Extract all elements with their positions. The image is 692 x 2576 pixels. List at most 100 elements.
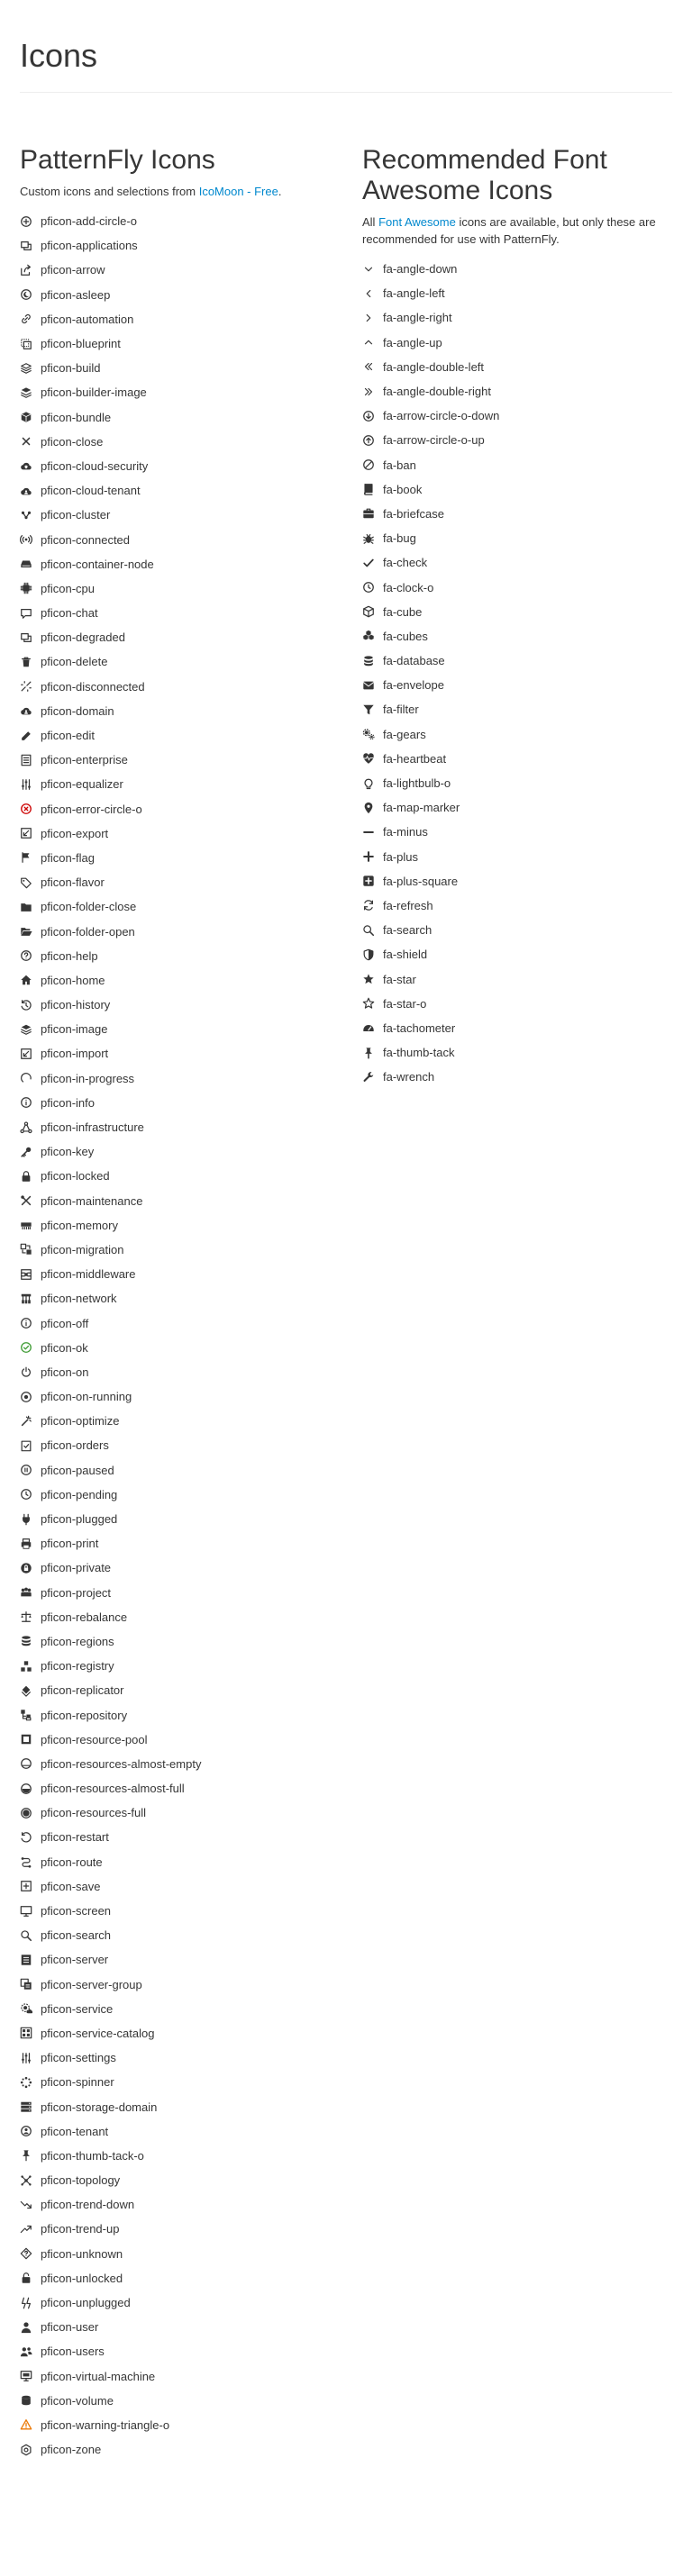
icon-entry-pficon-add-circle-o: pficon-add-circle-o bbox=[20, 209, 344, 233]
icon-entry-pficon-virtual-machine: pficon-virtual-machine bbox=[20, 2364, 344, 2389]
icon-label: fa-wrench bbox=[383, 1070, 435, 1084]
icon-label: pficon-server-group bbox=[41, 1977, 142, 1991]
icon-entry-fa-arrow-circle-o-up: fa-arrow-circle-o-up bbox=[362, 428, 687, 452]
icon-columns: PatternFly Icons Custom icons and select… bbox=[20, 93, 672, 2462]
icon-label: pficon-error-circle-o bbox=[41, 802, 142, 816]
icon-entry-pficon-migration: pficon-migration bbox=[20, 1238, 344, 1262]
icon-label: fa-minus bbox=[383, 825, 428, 839]
icon-label: fa-book bbox=[383, 482, 423, 496]
icon-label: fa-arrow-circle-o-down bbox=[383, 409, 500, 423]
icon-label: pficon-middleware bbox=[41, 1267, 136, 1282]
icon-entry-fa-search: fa-search bbox=[362, 918, 687, 942]
unplugged-icon bbox=[20, 2297, 32, 2309]
font-awesome-link[interactable]: Font Awesome bbox=[378, 215, 456, 229]
icon-entry-pficon-in-progress: pficon-in-progress bbox=[20, 1066, 344, 1091]
icon-entry-pficon-service-catalog: pficon-service-catalog bbox=[20, 2021, 344, 2045]
icon-entry-fa-check: fa-check bbox=[362, 550, 687, 575]
icon-label: pficon-rebalance bbox=[41, 1610, 128, 1624]
icon-entry-pficon-off: pficon-off bbox=[20, 1311, 344, 1335]
icon-entry-pficon-home: pficon-home bbox=[20, 968, 344, 993]
resources-almost-full-icon bbox=[20, 1782, 32, 1795]
cluster-icon bbox=[20, 509, 32, 522]
icon-label: pficon-delete bbox=[41, 655, 108, 669]
icon-entry-fa-envelope: fa-envelope bbox=[362, 673, 687, 697]
icon-label: pficon-maintenance bbox=[41, 1193, 143, 1208]
thumb-tack-o-icon bbox=[20, 2149, 32, 2162]
icon-entry-pficon-memory: pficon-memory bbox=[20, 1213, 344, 1238]
icon-entry-pficon-thumb-tack-o: pficon-thumb-tack-o bbox=[20, 2144, 344, 2168]
icon-entry-pficon-ok: pficon-ok bbox=[20, 1336, 344, 1360]
icon-label: pficon-migration bbox=[41, 1242, 124, 1256]
paused-icon bbox=[20, 1464, 32, 1476]
icon-label: pficon-bundle bbox=[41, 410, 112, 424]
icon-label: pficon-import bbox=[41, 1047, 109, 1061]
icon-entry-fa-tachometer: fa-tachometer bbox=[362, 1016, 687, 1040]
icon-entry-pficon-trend-down: pficon-trend-down bbox=[20, 2192, 344, 2217]
icon-label: pficon-replicator bbox=[41, 1683, 124, 1698]
cloud-tenant-icon bbox=[20, 485, 32, 497]
icon-entry-pficon-project: pficon-project bbox=[20, 1581, 344, 1605]
plus-icon bbox=[362, 850, 375, 863]
icon-entry-fa-map-marker: fa-map-marker bbox=[362, 795, 687, 820]
icon-label: fa-ban bbox=[383, 458, 416, 472]
icon-entry-pficon-delete: pficon-delete bbox=[20, 649, 344, 674]
trend-up-icon bbox=[20, 2223, 32, 2236]
service-icon bbox=[20, 2002, 32, 2015]
patternfly-icon-list: pficon-add-circle-o pficon-applications pf… bbox=[20, 209, 344, 2462]
plugged-icon bbox=[20, 1513, 32, 1526]
maintenance-icon bbox=[20, 1194, 32, 1207]
icon-label: fa-angle-left bbox=[383, 286, 445, 301]
icon-label: pficon-degraded bbox=[41, 630, 125, 645]
icon-label: pficon-domain bbox=[41, 703, 114, 718]
icon-label: pficon-applications bbox=[41, 239, 138, 253]
icon-label: fa-thumb-tack bbox=[383, 1046, 455, 1060]
enterprise-icon bbox=[20, 754, 32, 766]
equalizer-icon bbox=[20, 778, 32, 791]
icon-label: pficon-users bbox=[41, 2345, 105, 2359]
unlocked-icon bbox=[20, 2272, 32, 2284]
regions-icon bbox=[20, 1635, 32, 1647]
icon-label: pficon-pending bbox=[41, 1487, 118, 1501]
icon-entry-pficon-cpu: pficon-cpu bbox=[20, 576, 344, 601]
icon-label: pficon-service bbox=[41, 2001, 114, 2016]
thumb-tack-icon bbox=[362, 1047, 375, 1059]
rebalance-icon bbox=[20, 1610, 32, 1623]
route-icon bbox=[20, 1855, 32, 1868]
icon-label: pficon-regions bbox=[41, 1634, 114, 1648]
icomoon-link[interactable]: IcoMoon - Free bbox=[199, 185, 278, 198]
icon-entry-pficon-settings: pficon-settings bbox=[20, 2045, 344, 2070]
icon-label: pficon-connected bbox=[41, 532, 131, 547]
tenant-icon bbox=[20, 2125, 32, 2137]
icon-label: pficon-print bbox=[41, 1537, 99, 1551]
icon-label: pficon-flavor bbox=[41, 875, 105, 890]
on-icon bbox=[20, 1365, 32, 1378]
icon-label: pficon-unplugged bbox=[41, 2296, 131, 2310]
icon-entry-pficon-regions: pficon-regions bbox=[20, 1629, 344, 1654]
middleware-icon bbox=[20, 1268, 32, 1281]
icon-label: pficon-restart bbox=[41, 1830, 109, 1845]
icon-entry-pficon-trend-up: pficon-trend-up bbox=[20, 2217, 344, 2241]
icon-label: fa-refresh bbox=[383, 898, 433, 912]
cpu-icon bbox=[20, 582, 32, 594]
icon-label: pficon-resources-almost-full bbox=[41, 1782, 185, 1796]
container-node-icon bbox=[20, 558, 32, 570]
icon-entry-pficon-topology: pficon-topology bbox=[20, 2168, 344, 2192]
search-icon bbox=[362, 924, 375, 937]
icon-entry-pficon-cluster: pficon-cluster bbox=[20, 503, 344, 527]
icon-entry-fa-plus-square: fa-plus-square bbox=[362, 869, 687, 893]
icon-label: pficon-on bbox=[41, 1365, 89, 1379]
icon-entry-pficon-tenant: pficon-tenant bbox=[20, 2119, 344, 2144]
save-icon bbox=[20, 1880, 32, 1892]
refresh-icon bbox=[362, 899, 375, 912]
angle-up-icon bbox=[362, 336, 375, 349]
icon-label: fa-tachometer bbox=[383, 1020, 456, 1035]
icon-label: pficon-user bbox=[41, 2320, 99, 2335]
icon-entry-pficon-resources-full: pficon-resources-full bbox=[20, 1800, 344, 1825]
locked-icon bbox=[20, 1170, 32, 1183]
icon-entry-pficon-image: pficon-image bbox=[20, 1017, 344, 1041]
folder-open-icon bbox=[20, 925, 32, 938]
minus-icon bbox=[362, 826, 375, 839]
icon-label: pficon-thumb-tack-o bbox=[41, 2148, 144, 2163]
icon-label: fa-envelope bbox=[383, 678, 444, 693]
icon-entry-pficon-container-node: pficon-container-node bbox=[20, 552, 344, 576]
